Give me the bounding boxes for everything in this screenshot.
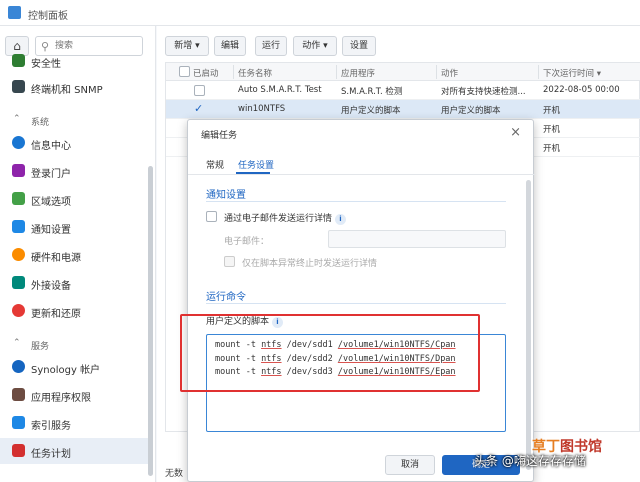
terminal-icon	[12, 80, 25, 93]
settings-button[interactable]: 设置	[342, 36, 376, 56]
only-abnormal-label: 仅在脚本异常终止时发送运行详情	[242, 259, 378, 269]
email-details-checkbox[interactable]	[206, 211, 217, 222]
index-icon	[12, 416, 25, 429]
regional-icon	[12, 192, 25, 205]
table-row[interactable]: ✓ win10NTFS 用户定义的脚本 用户定义的脚本 开机	[166, 100, 640, 119]
edit-button[interactable]: 编辑	[214, 36, 246, 56]
sidebar-item-app-privileges[interactable]: 应用程序权限	[0, 382, 150, 408]
sidebar-item-login-portal[interactable]: 登录门户	[0, 158, 150, 184]
edit-task-dialog: 编辑任务 × 常规 任务设置 通知设置 通过电子邮件发送运行详情 i 电子邮件：…	[187, 119, 535, 482]
portal-icon	[12, 164, 25, 177]
sidebar-item-task-scheduler[interactable]: 任务计划	[0, 438, 150, 464]
dialog-scrollbar[interactable]	[526, 180, 531, 470]
watermark-right: 草丁图书馆	[532, 439, 602, 455]
section-system[interactable]: ⌃ 系统	[0, 110, 150, 130]
col-enabled[interactable]: 已启动	[193, 67, 219, 79]
sidebar-item-indexing[interactable]: 索引服务	[0, 410, 150, 436]
info-icon[interactable]: i	[334, 214, 346, 225]
sidebar-item-notification[interactable]: 通知设置	[0, 214, 150, 240]
chevron-up-icon: ⌃	[13, 114, 21, 124]
enabled-checkbox[interactable]	[194, 85, 205, 96]
sidebar-item-hardware-power[interactable]: 硬件和电源	[0, 242, 150, 268]
sidebar-item-synology-account[interactable]: Synology 帐户	[0, 354, 150, 380]
col-action[interactable]: 动作	[441, 67, 458, 79]
control-panel-window: 控制面板 ⌂ ⚲ 安全性 终端机和 SNMP ⌃ 系统 信息中心 登录门户	[0, 0, 640, 482]
cancel-button[interactable]: 取消	[385, 455, 435, 475]
title-bar: 控制面板	[0, 0, 640, 26]
tab-task-settings[interactable]: 任务设置	[238, 158, 274, 171]
sidebar: ⌂ ⚲ 安全性 终端机和 SNMP ⌃ 系统 信息中心 登录门户 区域选项	[0, 26, 156, 482]
bulb-icon	[12, 248, 25, 261]
select-all-checkbox[interactable]	[179, 66, 190, 77]
sidebar-item-regional[interactable]: 区域选项	[0, 186, 150, 212]
dialog-title: 编辑任务	[201, 131, 238, 141]
col-task-name[interactable]: 任务名称	[238, 67, 272, 79]
window-title: 控制面板	[28, 11, 68, 22]
sidebar-item-update-restore[interactable]: 更新和还原	[0, 298, 150, 324]
info-icon	[12, 136, 25, 149]
close-icon[interactable]: ×	[510, 125, 521, 140]
notification-icon	[12, 220, 25, 233]
sidebar-scrollbar[interactable]	[148, 166, 153, 476]
notify-section-title: 通知设置	[206, 190, 246, 201]
account-icon	[12, 360, 25, 373]
table-row[interactable]: Auto S.M.A.R.T. Test S.M.A.R.T. 检测 对所有支持…	[166, 81, 640, 100]
control-panel-icon	[8, 6, 21, 19]
email-field[interactable]	[328, 230, 506, 248]
action-button[interactable]: 动作 ▾	[293, 36, 337, 56]
col-application[interactable]: 应用程序	[341, 67, 375, 79]
shield-icon	[12, 54, 25, 67]
sidebar-item-info-center[interactable]: 信息中心	[0, 130, 150, 156]
status-text: 无数	[165, 469, 184, 479]
usb-icon	[12, 276, 25, 289]
table-header: 已启动 任务名称 应用程序 动作 下次运行时间 ▾	[166, 63, 640, 81]
only-abnormal-checkbox[interactable]	[224, 256, 235, 267]
tab-general[interactable]: 常规	[206, 158, 224, 171]
email-details-label: 通过电子邮件发送运行详情 i	[224, 211, 346, 225]
update-icon	[12, 304, 25, 317]
run-command-section-title: 运行命令	[206, 292, 246, 303]
chevron-up-icon: ⌃	[13, 338, 21, 348]
email-label: 电子邮件：	[224, 237, 270, 247]
sidebar-item-terminal-snmp[interactable]: 终端机和 SNMP	[0, 74, 150, 100]
highlight-annotation	[180, 314, 480, 392]
section-services[interactable]: ⌃ 服务	[0, 334, 150, 354]
col-next-run[interactable]: 下次运行时间 ▾	[543, 67, 601, 79]
run-button[interactable]: 运行	[255, 36, 287, 56]
calendar-icon	[12, 444, 25, 457]
sidebar-item-external-devices[interactable]: 外接设备	[0, 270, 150, 296]
create-button[interactable]: 新增 ▾	[165, 36, 209, 56]
checkmark-icon[interactable]: ✓	[194, 102, 203, 115]
privileges-icon	[12, 388, 25, 401]
sidebar-item-security[interactable]: 安全性	[0, 48, 150, 74]
